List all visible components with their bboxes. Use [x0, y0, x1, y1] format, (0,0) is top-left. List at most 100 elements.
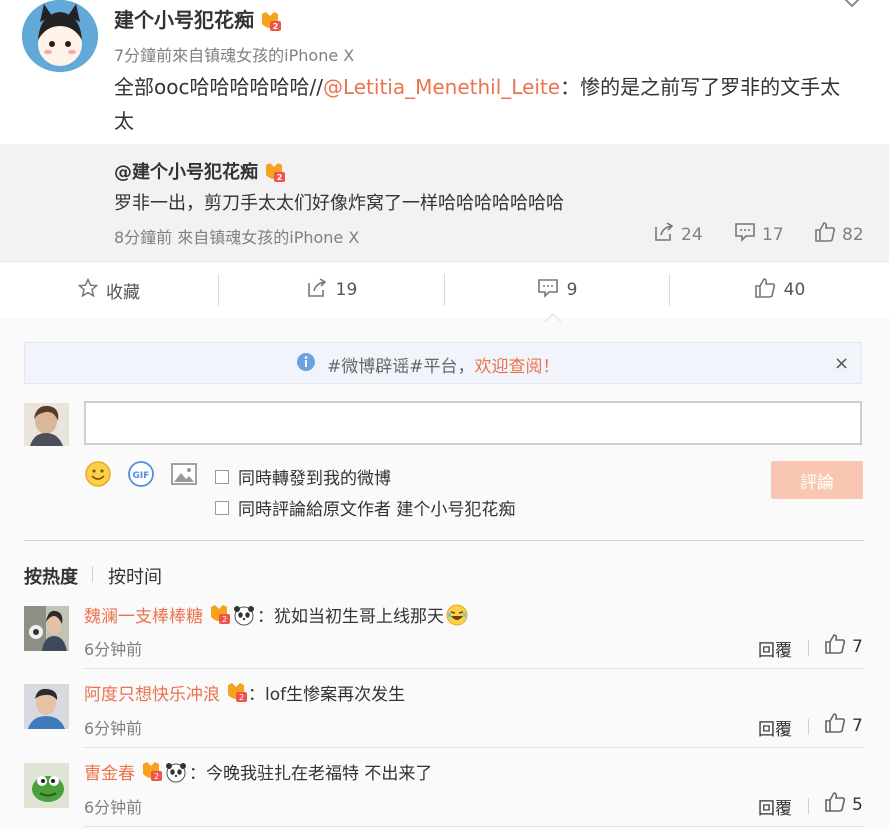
- vip-badge-icon: 2: [139, 761, 163, 782]
- caret-up-icon: [542, 308, 564, 324]
- panda-icon: [233, 604, 255, 626]
- thumbs-up-icon: [824, 713, 846, 738]
- comment-avatar[interactable]: [24, 606, 69, 651]
- quoted-like-button[interactable]: 82: [814, 222, 864, 247]
- post-meta: 7分鐘前來自镇魂女孩的iPhone X: [114, 46, 355, 65]
- repost-icon: [306, 277, 328, 303]
- thumbs-up-icon: [814, 222, 836, 247]
- comment-origin-checkbox-row[interactable]: 同時評論給原文作者 建个小号犯花痴: [215, 495, 515, 520]
- emoji-icon[interactable]: [84, 460, 112, 488]
- quoted-comment-button[interactable]: 17: [734, 222, 784, 247]
- quoted-comment-count: 17: [762, 224, 784, 245]
- sort-by-time-tab[interactable]: 按时间: [108, 563, 162, 589]
- quoted-meta: 8分鐘前 來自镇魂女孩的iPhone X: [114, 228, 360, 247]
- thumbs-up-icon: [754, 277, 776, 303]
- action-bar: 收藏 19 9 40: [0, 261, 889, 319]
- divider: [84, 826, 864, 827]
- comment-like-count: 7: [852, 636, 863, 657]
- comment-origin-label: 同時評論給原文作者 建个小号犯花痴: [238, 500, 516, 520]
- current-user-avatar: [24, 403, 69, 446]
- svg-text:2: 2: [239, 693, 244, 702]
- comment-like-button[interactable]: 7: [824, 713, 863, 738]
- comment-like-button[interactable]: 5: [824, 792, 863, 817]
- comment-origin-checkbox[interactable]: [215, 500, 229, 515]
- laughing-emoji-icon: [446, 604, 468, 626]
- reply-button[interactable]: 回覆: [758, 636, 792, 661]
- comment-username[interactable]: 曺金春: [84, 759, 135, 784]
- gif-label: GIF: [133, 471, 150, 481]
- comment-time: 6分钟前: [84, 798, 143, 817]
- comment-input[interactable]: [84, 401, 862, 445]
- favorite-button[interactable]: 收藏: [0, 262, 218, 318]
- gif-icon[interactable]: GIF: [127, 460, 155, 488]
- vip-badge-icon: 2: [262, 163, 286, 183]
- notice-link[interactable]: 欢迎查阅！: [475, 357, 560, 377]
- notice-body: #微博辟谣#平台，: [327, 357, 475, 377]
- comment-like-button[interactable]: 7: [824, 634, 863, 659]
- repost-checkbox[interactable]: [215, 469, 229, 484]
- comment-count: 9: [566, 280, 578, 300]
- repost-checkbox-row[interactable]: 同時轉發到我的微博: [215, 464, 391, 489]
- repost-option-label: 同時轉發到我的微博: [238, 469, 391, 489]
- repost-icon: [653, 222, 675, 247]
- vip-badge-icon: 2: [207, 604, 231, 625]
- reply-button[interactable]: 回覆: [758, 715, 792, 740]
- repost-button[interactable]: 19: [219, 262, 444, 318]
- comment-line: 阿度只想快乐冲浪 2 ：lof生惨案再次发生: [84, 680, 405, 705]
- divider: [24, 540, 864, 541]
- image-icon[interactable]: [170, 460, 198, 488]
- divider: [84, 747, 864, 748]
- info-icon: [296, 352, 316, 376]
- comment-avatar[interactable]: [24, 763, 69, 808]
- comment-like-count: 5: [852, 794, 863, 815]
- notice-text: #微博辟谣#平台，欢迎查阅！: [327, 352, 560, 377]
- quoted-text: 罗非一出，剪刀手太太们好像炸窝了一样哈哈哈哈哈哈哈: [114, 193, 564, 214]
- close-icon[interactable]: ×: [834, 353, 849, 374]
- quoted-repost-button[interactable]: 24: [653, 222, 703, 247]
- reply-button[interactable]: 回覆: [758, 794, 792, 819]
- mention-link[interactable]: @Letitia_Menethil_Leite: [323, 75, 560, 99]
- divider: [84, 668, 864, 669]
- quoted-like-count: 82: [842, 224, 864, 245]
- divider: [808, 640, 809, 656]
- vip-badge-icon: 2: [224, 682, 248, 703]
- comment-username[interactable]: 魏澜一支棒棒糖: [84, 602, 203, 627]
- comment-line: 魏澜一支棒棒糖 2 ：犹如当初生哥上线那天: [84, 602, 470, 627]
- comment-avatar[interactable]: [24, 684, 69, 729]
- comment-username[interactable]: 阿度只想快乐冲浪: [84, 680, 220, 705]
- chevron-down-icon[interactable]: [842, 0, 862, 8]
- post-text-body: 全部ooc哈哈哈哈哈哈//: [114, 75, 323, 99]
- like-count: 40: [783, 280, 806, 300]
- comment-time: 6分钟前: [84, 719, 143, 738]
- divider: [808, 798, 809, 814]
- comment-line: 曺金春 2 ：今晚我驻扎在老福特 不出来了: [84, 759, 432, 784]
- comment-time: 6分钟前: [84, 640, 143, 659]
- vip-badge-icon: 2: [258, 11, 282, 32]
- comment-text: ：今晚我驻扎在老福特 不出来了: [189, 764, 433, 784]
- comment-text: ：lof生惨案再次发生: [248, 685, 406, 705]
- author-avatar[interactable]: [22, 0, 98, 72]
- svg-text:2: 2: [154, 772, 159, 781]
- favorite-label: 收藏: [106, 282, 140, 303]
- svg-text:2: 2: [222, 615, 227, 624]
- svg-text:2: 2: [277, 173, 283, 182]
- svg-text:2: 2: [273, 22, 279, 31]
- submit-comment-button[interactable]: 評論: [771, 461, 863, 499]
- thumbs-up-icon: [824, 634, 846, 659]
- comment-like-count: 7: [852, 715, 863, 736]
- sort-by-hot-tab[interactable]: 按热度: [24, 563, 78, 589]
- comment-text: ：犹如当初生哥上线那天: [257, 607, 444, 627]
- like-button[interactable]: 40: [670, 262, 889, 318]
- comment-icon: [734, 222, 756, 247]
- quoted-author[interactable]: @建个小号犯花痴 2: [114, 158, 286, 184]
- divider: [92, 566, 93, 582]
- panda-icon: [165, 761, 187, 783]
- star-icon: [77, 277, 99, 303]
- thumbs-up-icon: [824, 792, 846, 817]
- divider: [808, 719, 809, 735]
- comment-icon: [537, 278, 559, 303]
- author-name[interactable]: 建个小号犯花痴 2: [114, 4, 282, 33]
- post-text: 全部ooc哈哈哈哈哈哈//@Letitia_Menethil_Leite：惨的是…: [114, 70, 854, 138]
- quoted-repost-count: 24: [681, 224, 703, 245]
- repost-count: 19: [335, 280, 358, 300]
